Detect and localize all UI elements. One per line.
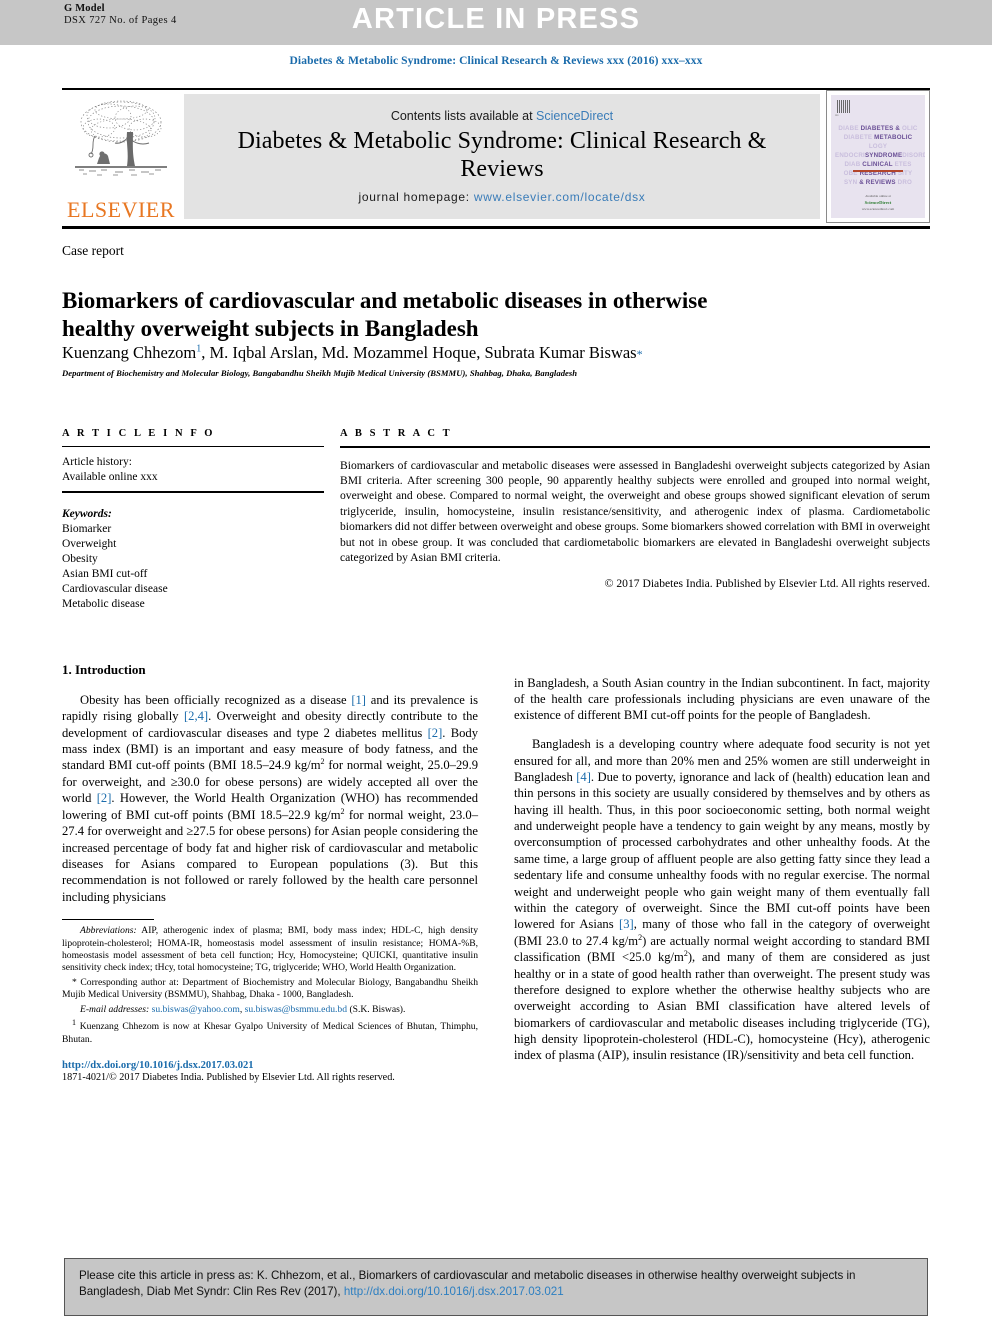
intro-paragraph-1-continued: in Bangladesh, a South Asian country in … [514,675,930,723]
email-label: E-mail addresses: [80,1003,150,1015]
keyword-item: Obesity [62,553,98,566]
abstract-heading: A B S T R A C T [340,428,453,439]
exponent: 2 [638,932,643,942]
journal-panel: Contents lists available at ScienceDirec… [184,94,820,219]
keyword-list: Biomarker Overweight Obesity Asian BMI cut-… [62,522,324,612]
banner-title: ARTICLE IN PRESS [351,3,641,35]
footnote-corresponding-author: * Corresponding author at: Department of… [62,977,478,1002]
keywords-block: Keywords: Biomarker Overweight Obesity Asia… [62,507,324,612]
keyword-item: Cardiovascular disease [62,583,168,596]
footnote-abbreviations: Abbreviations: AIP, atherogenic index of… [62,925,478,975]
masthead-bottom-rule [62,226,930,229]
keyword-item: Asian BMI cut-off [62,568,148,581]
footnote-divider [62,919,154,921]
footnote-emails: E-mail addresses: su.biswas@yahoo.com, s… [62,1004,478,1016]
journal-homepage-link[interactable]: www.elsevier.com/locate/dsx [474,190,646,204]
article-info-column: A R T I C L E I N F O Article history: A… [62,428,324,612]
cover-line-6: & REVIEWS [859,178,896,186]
author-list: Kuenzang Chhezom1, M. Iqbal Arslan, Md. … [62,343,643,362]
cover-footer: Available online at ScienceDirect www.sc… [831,194,925,212]
abstract-column: A B S T R A C T Biomarkers of cardiovasc… [340,428,930,590]
corresponding-text: Corresponding author at: Department of B… [62,976,478,1001]
email-owner: (S.K. Biswas). [349,1003,406,1015]
keyword-item: Overweight [62,538,117,551]
article-history-block: Article history: Available online xxx [62,455,324,484]
contents-prefix: Contents lists available at [390,108,537,123]
intro-paragraph-1: Obesity has been officially recognized a… [62,693,479,904]
email-link-2[interactable]: su.biswas@bsmmu.edu.bd [245,1004,347,1015]
citation-ref[interactable]: [1] [351,693,366,707]
body-column-left: 1. Introduction Obesity has been officia… [62,662,478,1083]
abbreviations-label: Abbreviations: [80,925,137,937]
citation-ref[interactable]: [2] [428,726,443,740]
journal-running-head: Diabetes & Metabolic Syndrome: Clinical … [289,55,703,67]
cover-footer-brand: ScienceDirect [864,200,892,206]
doi-link[interactable]: http://dx.doi.org/10.1016/j.dsx.2017.03.… [62,1060,478,1071]
exponent: 2 [683,949,688,959]
article-info-heading: A R T I C L E I N F O [62,428,216,439]
cover-line-3: SYNDROME [864,151,903,159]
article-in-press-banner: G Model DSX 727 No. of Pages 4 ARTICLE I… [0,0,992,45]
citation-ref[interactable]: [2] [97,791,112,805]
affiliation-line: Department of Biochemistry and Molecular… [62,368,578,378]
cover-accent-rule [853,170,903,172]
body-column-right: in Bangladesh, a South Asian country in … [514,662,930,1076]
cover-line-4: CLINICAL [862,160,893,168]
homepage-prefix: journal homepage: [358,190,474,205]
cover-footer-label: Available online at [865,193,891,198]
sciencedirect-link[interactable]: ScienceDirect [536,109,613,123]
journal-masthead: ELSEVIER Contents lists available at Sci… [62,88,930,223]
cite-this-article-box: Please cite this article in press as: K.… [64,1258,928,1316]
issn-copyright-line: 1871-4021/© 2017 Diabetes India. Publish… [62,1072,395,1084]
footnote-note-1: 1 Kuenzang Chhezom is now at Khesar Gyal… [62,1018,478,1046]
email-link-1[interactable]: su.biswas@yahoo.com [152,1004,240,1015]
keyword-item: Biomarker [62,523,112,536]
exponent: 2 [320,757,325,767]
article-history-value: Available online xxx [62,470,158,483]
cite-doi-link[interactable]: http://dx.doi.org/10.1016/j.dsx.2017.03.… [344,1285,564,1298]
citation-ref[interactable]: [3] [619,917,634,931]
contents-lists-line: Contents lists available at ScienceDirec… [391,109,613,123]
note-1-text: Kuenzang Chhezom is now at Khesar Gyalpo… [62,1021,478,1045]
cover-line-1: DIABETES & [860,125,901,132]
page-title: Biomarkers of cardiovascular and metabol… [62,288,708,342]
elsevier-logo-block: ELSEVIER [62,90,180,223]
footnote-block: Abbreviations: AIP, atherogenic index of… [62,925,478,1046]
cover-line-2: METABOLIC [874,133,913,141]
cover-footer-url: www.sciencedirect.com [861,206,895,211]
journal-title: Diabetes & Metabolic Syndrome: Clinical … [237,127,767,182]
abstract-copyright: © 2017 Diabetes India. Published by Else… [604,576,930,590]
keyword-item: Metabolic disease [62,598,145,611]
article-history-label: Article history: [62,456,132,468]
section-title-introduction: 1. Introduction [62,662,146,677]
elsevier-wordmark: ELSEVIER [67,197,175,222]
intro-paragraph-2: Bangladesh is a developing country where… [514,737,930,1063]
cover-qr-caption: dsx [835,114,839,117]
elsevier-tree-icon [75,100,167,176]
cover-title-text: DIABE DIABETES & OLIC DIABETE METABOLIC … [835,125,925,186]
journal-homepage-line: journal homepage: www.elsevier.com/locat… [359,190,646,204]
abstract-rule [340,446,930,448]
article-type-label: Case report [62,243,124,258]
cover-qr-icon [837,100,850,113]
citation-ref[interactable]: [4] [576,770,591,784]
abstract-text: Biomarkers of cardiovascular and metabol… [340,458,930,564]
keywords-label: Keywords: [62,508,112,521]
article-info-rule-top [62,446,324,447]
article-info-rule-mid [62,491,324,494]
citation-ref[interactable]: [2,4] [184,709,208,723]
exponent: 2 [340,806,345,816]
journal-cover-thumbnail: dsx DIABE DIABETES & OLIC DIABETE METABO… [826,90,930,223]
